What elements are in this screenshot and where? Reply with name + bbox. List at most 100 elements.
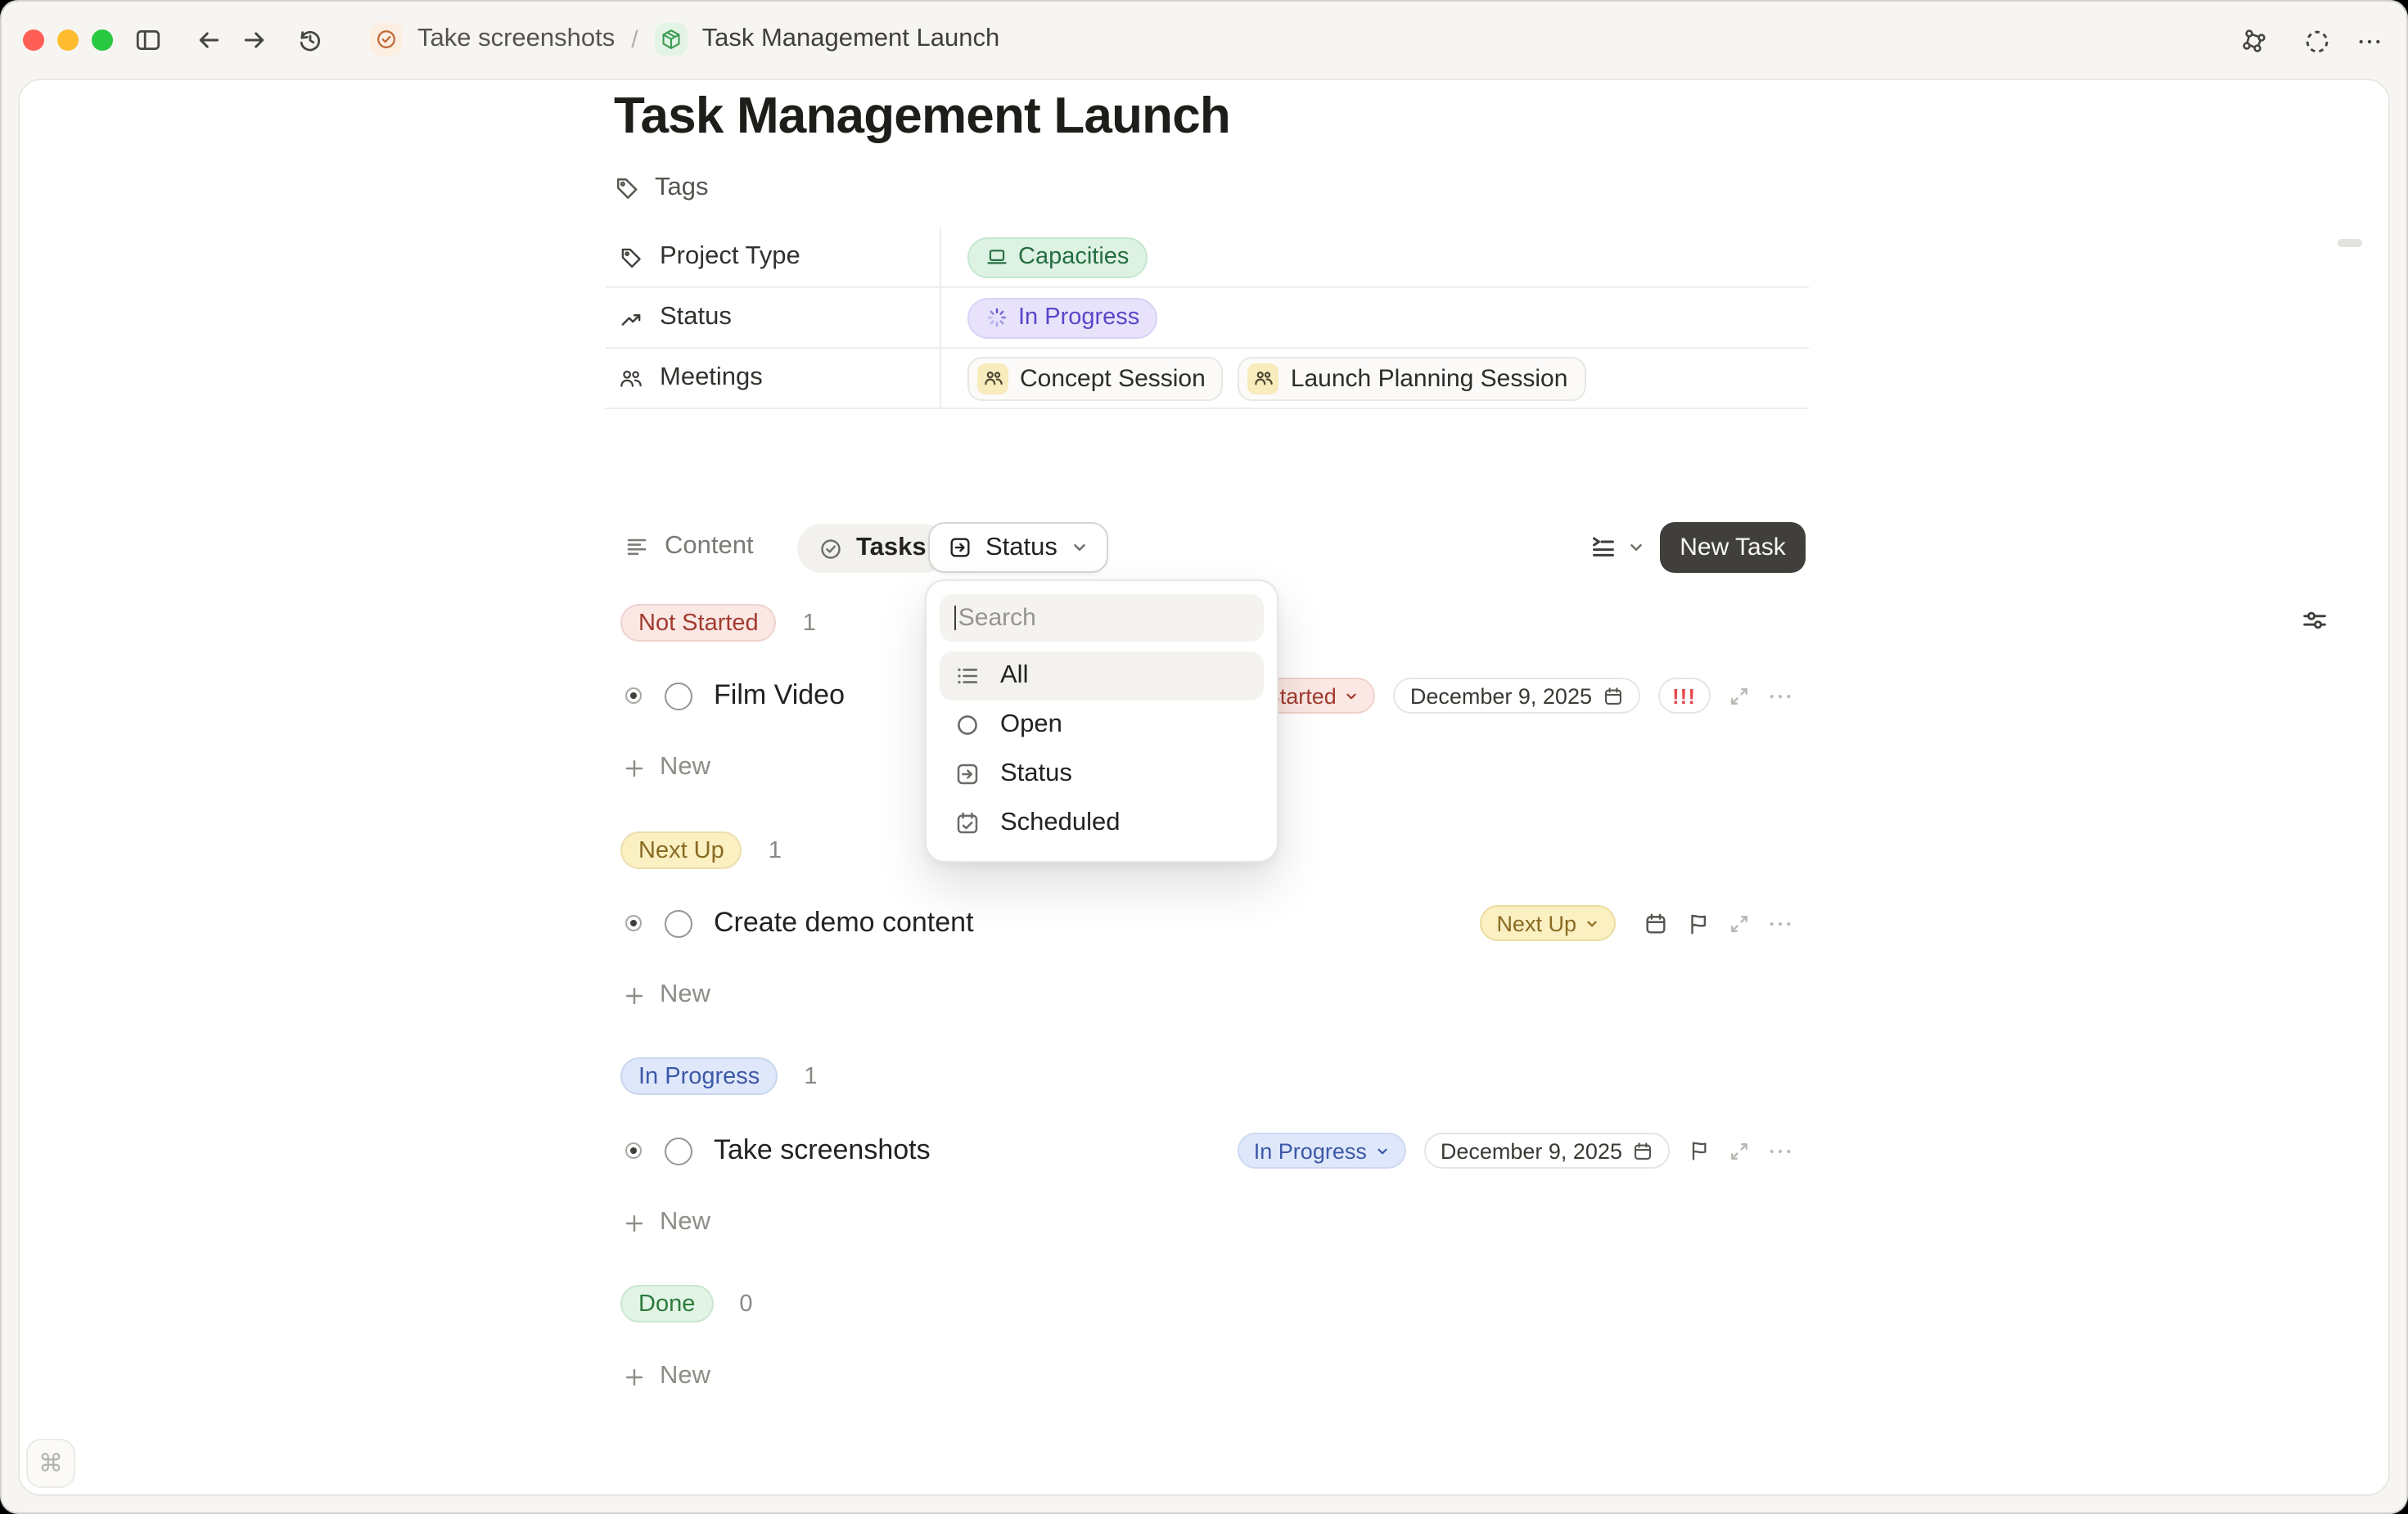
flag-icon[interactable]	[1686, 911, 1711, 935]
add-new-task-done[interactable]: New	[624, 1362, 710, 1391]
tab-tasks[interactable]: Tasks	[797, 524, 948, 573]
drag-handle-bullet[interactable]	[625, 687, 642, 704]
breadcrumb: Take screenshots / Task Management Launc…	[370, 18, 999, 61]
scroll-indicator	[2338, 239, 2362, 246]
drag-handle-bullet[interactable]	[625, 915, 642, 931]
expand-icon[interactable]	[1729, 912, 1750, 934]
group-header-in-progress: In Progress 1	[620, 1057, 817, 1095]
graph-view-icon[interactable]	[2241, 28, 2267, 54]
more-options-icon[interactable]	[1768, 911, 1792, 935]
group-count: 0	[739, 1291, 752, 1317]
expand-icon[interactable]	[1729, 685, 1750, 706]
group-pill-in-progress[interactable]: In Progress	[620, 1057, 778, 1095]
calendar-check-icon	[954, 810, 981, 836]
plus-icon	[624, 757, 645, 778]
task-row-create-demo-content[interactable]: Create demo content Next Up	[614, 902, 1792, 944]
plus-icon	[624, 1212, 645, 1233]
people-icon	[619, 366, 643, 390]
plus-icon	[624, 1366, 645, 1387]
expand-icon[interactable]	[1729, 1140, 1750, 1161]
task-row-take-screenshots[interactable]: Take screenshots In Progress December 9,…	[614, 1129, 1792, 1172]
back-button[interactable]	[195, 26, 223, 54]
property-row-status: Status In Progress	[606, 288, 1809, 349]
dropdown-item-status[interactable]: Status	[940, 750, 1264, 799]
property-row-meetings: Meetings Concept Session	[606, 349, 1809, 409]
text-lines-icon	[624, 534, 650, 560]
breadcrumb-separator: /	[631, 25, 638, 53]
check-circle-icon	[818, 536, 843, 561]
meeting-icon	[977, 363, 1008, 394]
close-button[interactable]	[23, 29, 44, 51]
add-new-task-next-up[interactable]: New	[624, 980, 710, 1010]
sidebar-toggle-icon[interactable]	[134, 26, 162, 54]
square-arrow-icon	[954, 761, 981, 787]
add-new-task-not-started[interactable]: New	[624, 753, 710, 782]
view-settings-icon[interactable]	[2302, 607, 2328, 633]
property-label: Meetings	[606, 349, 941, 408]
task-due-date[interactable]: December 9, 2025	[1394, 678, 1639, 714]
dropdown-item-all[interactable]: All	[940, 651, 1264, 701]
flag-icon[interactable]	[1688, 1139, 1711, 1162]
more-options-icon[interactable]	[2357, 34, 2382, 49]
group-pill-not-started[interactable]: Not Started	[620, 604, 777, 642]
circle-icon	[954, 712, 981, 738]
status-filter-button[interactable]: Status	[928, 522, 1108, 573]
breadcrumb-item-current[interactable]: Task Management Launch	[702, 25, 1000, 54]
project-type-value-pill[interactable]: Capacities	[967, 237, 1147, 277]
more-options-icon[interactable]	[1768, 1138, 1792, 1163]
properties-table: Project Type Capacities Status	[606, 228, 1809, 409]
list-icon	[954, 663, 981, 689]
laptop-icon	[985, 246, 1008, 268]
meeting-pill-launch-planning[interactable]: Launch Planning Session	[1238, 356, 1586, 400]
project-cube-icon	[655, 23, 688, 56]
property-label: Status	[606, 288, 941, 347]
chevron-down-icon	[1071, 538, 1089, 556]
task-checkbox[interactable]	[665, 682, 692, 710]
minimize-button[interactable]	[57, 29, 79, 51]
search-placeholder: Search	[958, 604, 1036, 632]
task-checkbox[interactable]	[665, 1137, 692, 1165]
command-menu-button[interactable]: ⌘	[26, 1439, 75, 1488]
breadcrumb-item-take-screenshots[interactable]: Take screenshots	[417, 25, 615, 54]
forward-button[interactable]	[241, 26, 268, 54]
task-status-chip[interactable]: In Progress	[1238, 1133, 1406, 1169]
tags-label: Tags	[655, 173, 709, 203]
chevron-down-icon[interactable]	[1627, 538, 1645, 556]
task-due-date[interactable]: December 9, 2025	[1424, 1133, 1670, 1169]
meeting-icon	[1248, 363, 1279, 394]
task-checkbox[interactable]	[665, 909, 692, 937]
dropdown-item-scheduled[interactable]: Scheduled	[940, 799, 1264, 848]
meeting-pill-concept-session[interactable]: Concept Session	[967, 356, 1224, 400]
group-header-done: Done 0	[620, 1285, 753, 1322]
search-input[interactable]: Search	[940, 594, 1264, 642]
property-row-project-type: Project Type Capacities	[606, 228, 1809, 288]
chevron-down-icon	[1585, 916, 1599, 930]
tab-content[interactable]: Content	[624, 532, 754, 561]
text-caret	[954, 606, 957, 630]
group-pill-done[interactable]: Done	[620, 1285, 713, 1322]
group-count: 1	[804, 1063, 817, 1089]
status-value-pill[interactable]: In Progress	[967, 297, 1157, 338]
task-priority-badge[interactable]: !!!	[1657, 678, 1711, 714]
drag-handle-bullet[interactable]	[625, 1142, 642, 1159]
chevron-down-icon	[1345, 688, 1360, 703]
sort-button[interactable]	[1590, 534, 1645, 561]
task-status-chip[interactable]: Next Up	[1480, 905, 1616, 941]
add-new-task-in-progress[interactable]: New	[624, 1208, 710, 1237]
square-arrow-icon	[948, 535, 972, 560]
trend-up-icon	[619, 305, 643, 330]
tags-row[interactable]: Tags	[614, 173, 709, 203]
calendar-icon[interactable]	[1644, 911, 1668, 935]
group-count: 1	[803, 610, 816, 636]
history-icon[interactable]	[296, 26, 324, 54]
status-filter-dropdown: Search All Open	[925, 579, 1278, 863]
group-pill-next-up[interactable]: Next Up	[620, 831, 742, 869]
dropdown-item-open[interactable]: Open	[940, 701, 1264, 750]
more-options-icon[interactable]	[1768, 683, 1792, 708]
command-icon: ⌘	[38, 1449, 63, 1478]
sort-order-icon	[1590, 534, 1617, 561]
task-title: Film Video	[714, 679, 845, 712]
new-task-button[interactable]: New Task	[1660, 522, 1806, 573]
sync-status-icon[interactable]	[2303, 28, 2331, 56]
zoom-button[interactable]	[92, 29, 113, 51]
